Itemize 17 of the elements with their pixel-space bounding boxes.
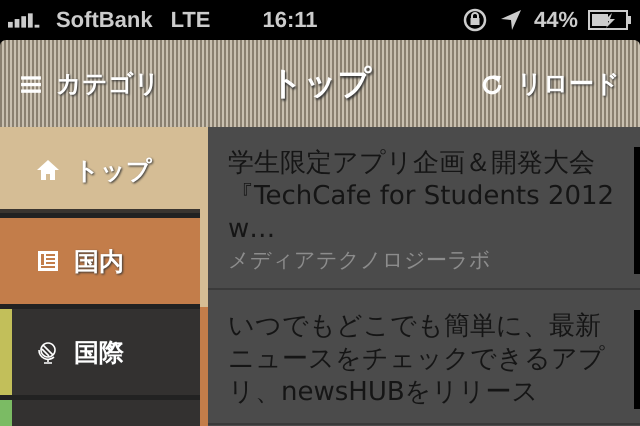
sidebar-item[interactable]: 国際: [0, 309, 200, 395]
sidebar-item[interactable]: 国内: [0, 218, 200, 304]
sidebar-label: 国内: [74, 246, 124, 278]
clock-time: 16:11: [262, 7, 318, 33]
reload-icon: [481, 72, 503, 94]
sidebar-label: 国際: [74, 336, 124, 368]
battery-percent: 44%: [534, 7, 578, 33]
newspaper-icon: [36, 249, 60, 273]
article-source: メディアテクノロジーラボ: [228, 247, 492, 274]
battery-icon: [588, 9, 632, 31]
category-button[interactable]: カテゴリ: [20, 67, 160, 100]
rotation-lock-icon: [462, 7, 488, 33]
sidebar-label: トップ: [74, 154, 152, 186]
network-type: LTE: [170, 7, 210, 33]
carrier-name: SoftBank: [56, 7, 153, 33]
sidebar-item[interactable]: トップ: [0, 127, 200, 213]
home-icon: [36, 158, 60, 182]
